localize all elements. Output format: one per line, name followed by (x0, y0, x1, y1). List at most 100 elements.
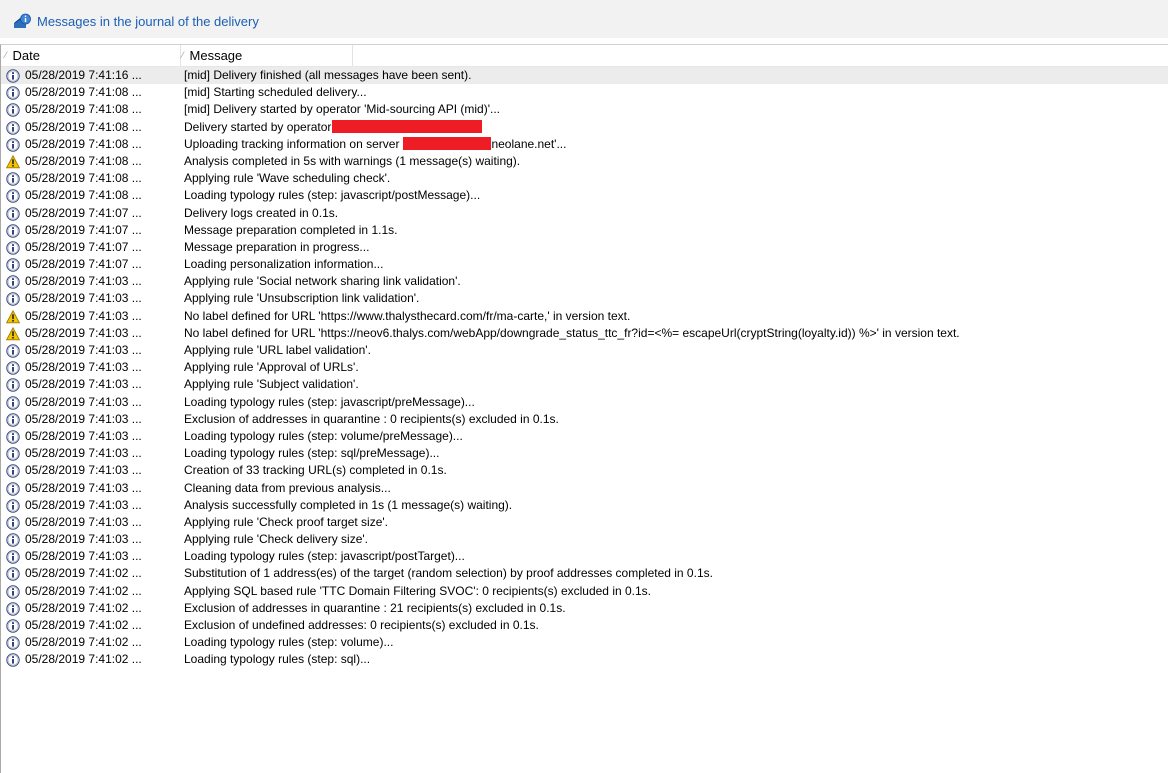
message-list[interactable]: ⁄ Date ⁄ Message 05/28/2019 7:41:16 ... [mi… (0, 44, 1168, 773)
row-message-text: Exclusion of addresses in quarantine : 0… (184, 411, 559, 426)
row-date: 05/28/2019 7:41:03 ... (25, 497, 142, 512)
row-date: 05/28/2019 7:41:03 ... (25, 514, 142, 529)
redaction-bar (403, 136, 492, 150)
table-row[interactable]: 05/28/2019 7:41:08 ... [mid] Starting sch… (1, 84, 1168, 101)
info-icon (6, 120, 20, 135)
table-row[interactable]: 05/28/2019 7:41:03 ... Applying rule 'App… (1, 359, 1168, 376)
row-message: No label defined for URL 'https://neov6.… (184, 325, 960, 342)
row-message-text: [mid] Delivery finished (all messages ha… (184, 68, 472, 82)
table-row[interactable]: 05/28/2019 7:41:03 ... Creation of 33 tra… (1, 462, 1168, 479)
info-icon (6, 516, 20, 530)
row-date: 05/28/2019 7:41:03 ... (25, 343, 142, 357)
row-message: Loading typology rules (step: sql)... (184, 651, 370, 668)
list-rows: 05/28/2019 7:41:16 ... [mid] Delivery fin… (1, 67, 1168, 669)
row-date: 05/28/2019 7:41:08 ... (25, 119, 142, 134)
row-message-text: Applying rule 'Wave scheduling check'. (184, 171, 391, 186)
table-row[interactable]: 05/28/2019 7:41:03 ... Exclusion of addre… (1, 411, 1168, 428)
row-message: Applying rule 'Social network sharing li… (184, 273, 461, 290)
row-message: Loading typology rules (step: volume)... (184, 634, 393, 651)
table-row[interactable]: 05/28/2019 7:41:03 ... Applying rule 'URL… (1, 342, 1168, 359)
row-message: Applying rule 'URL label validation'. (184, 342, 371, 359)
table-row[interactable]: 05/28/2019 7:41:02 ... Exclusion of undef… (1, 617, 1168, 634)
row-message: Analysis successfully completed in 1s (1… (184, 497, 512, 514)
table-row[interactable]: 05/28/2019 7:41:02 ... Substitution of 1 … (1, 565, 1168, 582)
row-date: 05/28/2019 7:41:08 ... (25, 188, 142, 203)
table-row[interactable]: 05/28/2019 7:41:03 ... No label defined f… (1, 308, 1168, 325)
table-row[interactable]: 05/28/2019 7:41:03 ... Analysis successfu… (1, 497, 1168, 514)
row-date: 05/28/2019 7:41:03 ... (25, 463, 142, 478)
row-message-text: Applying SQL based rule 'TTC Domain Filt… (184, 583, 652, 598)
journal-link[interactable]: Messages in the journal of the delivery (13, 11, 259, 31)
row-date: 05/28/2019 7:41:03 ... (25, 428, 142, 443)
row-date: 05/28/2019 7:41:03 ... (25, 308, 142, 323)
table-row[interactable]: 05/28/2019 7:41:07 ... Message preparatio… (1, 239, 1168, 256)
table-row[interactable]: 05/28/2019 7:41:03 ... Loading typology r… (1, 394, 1168, 411)
row-date: 05/28/2019 7:41:07 ... (25, 257, 142, 272)
row-date: 05/28/2019 7:41:08 ... (25, 153, 142, 168)
row-message-text: Applying rule 'Check proof target size'. (184, 514, 389, 529)
table-row[interactable]: 05/28/2019 7:41:02 ... Loading typology r… (1, 634, 1168, 651)
table-row[interactable]: 05/28/2019 7:41:07 ... Loading personaliz… (1, 256, 1168, 273)
toolbar: Messages in the journal of the delivery (0, 0, 1168, 38)
table-row[interactable]: 05/28/2019 7:41:02 ... Applying SQL based… (1, 583, 1168, 600)
info-icon (6, 636, 20, 650)
row-message-text: Analysis successfully completed in 1s (1… (184, 497, 513, 512)
row-message-text: Creation of 33 tracking URL(s) completed… (184, 463, 447, 478)
row-date: 05/28/2019 7:41:16 ... (25, 68, 142, 82)
table-row[interactable]: 05/28/2019 7:41:03 ... Applying rule 'Soc… (1, 273, 1168, 290)
row-message: [mid] Starting scheduled delivery... (184, 84, 367, 101)
row-message-text: Loading typology rules (step: volume)... (184, 635, 394, 650)
info-icon (6, 361, 20, 375)
column-header-message-label: Message (189, 48, 243, 63)
row-message-text: Applying rule 'Approval of URLs'. (184, 360, 359, 375)
table-row[interactable]: 05/28/2019 7:41:03 ... Loading typology r… (1, 428, 1168, 445)
table-row[interactable]: 05/28/2019 7:41:03 ... Applying rule 'Sub… (1, 376, 1168, 393)
row-message-text: Analysis completed in 5s with warnings (… (184, 153, 521, 168)
table-row[interactable]: 05/28/2019 7:41:07 ... Message preparatio… (1, 222, 1168, 239)
table-row[interactable]: 05/28/2019 7:41:03 ... Loading typology r… (1, 445, 1168, 462)
info-icon (6, 258, 20, 272)
row-message-text: Applying rule 'Subject validation'. (184, 377, 359, 392)
row-message-text: Loading typology rules (step: javascript… (184, 394, 475, 409)
info-icon (6, 464, 20, 479)
table-row[interactable]: 05/28/2019 7:41:08 ... Applying rule 'Wav… (1, 170, 1168, 187)
row-message: Uploading tracking information on server… (184, 136, 566, 153)
journal-link-label: Messages in the journal of the delivery (37, 13, 259, 29)
table-row[interactable]: 05/28/2019 7:41:03 ... Applying rule 'Che… (1, 514, 1168, 531)
row-message-text: [mid] Delivery started by operator 'Mid-… (184, 102, 501, 117)
column-header-date[interactable]: ⁄ Date (5, 45, 181, 66)
table-row[interactable]: 05/28/2019 7:41:03 ... No label defined f… (1, 325, 1168, 342)
table-row[interactable]: 05/28/2019 7:41:02 ... Exclusion of addre… (1, 600, 1168, 617)
table-row[interactable]: 05/28/2019 7:41:07 ... Delivery logs crea… (1, 205, 1168, 222)
column-header-message[interactable]: ⁄ Message (182, 45, 353, 66)
row-date: 05/28/2019 7:41:03 ... (25, 360, 142, 375)
table-row[interactable]: 05/28/2019 7:41:02 ... Loading typology r… (1, 651, 1168, 668)
row-date: 05/28/2019 7:41:02 ... (25, 635, 142, 650)
table-row[interactable]: 05/28/2019 7:41:03 ... Applying rule 'Che… (1, 531, 1168, 548)
table-row[interactable]: 05/28/2019 7:41:03 ... Loading typology r… (1, 548, 1168, 565)
table-row[interactable]: 05/28/2019 7:41:08 ... Analysis completed… (1, 153, 1168, 170)
info-icon (6, 86, 20, 100)
table-row[interactable]: 05/28/2019 7:41:16 ... [mid] Delivery fin… (1, 67, 1168, 85)
table-row[interactable]: 05/28/2019 7:41:08 ... [mid] Delivery sta… (1, 101, 1168, 118)
info-icon (6, 275, 20, 289)
table-row[interactable]: 05/28/2019 7:41:03 ... Cleaning data from… (1, 480, 1168, 497)
row-message: Exclusion of undefined addresses: 0 reci… (184, 617, 539, 634)
table-row[interactable]: 05/28/2019 7:41:08 ... Loading typology r… (1, 187, 1168, 204)
row-date: 05/28/2019 7:41:07 ... (25, 239, 142, 254)
row-message: Analysis completed in 5s with warnings (… (184, 153, 520, 170)
info-icon (6, 241, 20, 255)
warning-icon (6, 309, 20, 323)
row-message-text: No label defined for URL 'https://www.th… (184, 308, 631, 323)
info-icon (6, 189, 20, 204)
row-date: 05/28/2019 7:41:03 ... (25, 377, 142, 392)
table-row[interactable]: 05/28/2019 7:41:08 ... Uploading tracking… (1, 136, 1168, 153)
row-message: Cleaning data from previous analysis... (184, 480, 391, 497)
table-row[interactable]: 05/28/2019 7:41:03 ... Applying rule 'Uns… (1, 290, 1168, 307)
row-message: [mid] Delivery started by operator 'Mid-… (184, 101, 500, 118)
row-message: Applying rule 'Subject validation'. (184, 376, 359, 393)
table-row[interactable]: 05/28/2019 7:41:08 ... Delivery started b… (1, 119, 1168, 136)
row-date: 05/28/2019 7:41:08 ... (25, 85, 142, 100)
row-message-text: Loading personalization information... (184, 257, 384, 272)
row-message: Loading typology rules (step: sql/preMes… (184, 445, 439, 462)
